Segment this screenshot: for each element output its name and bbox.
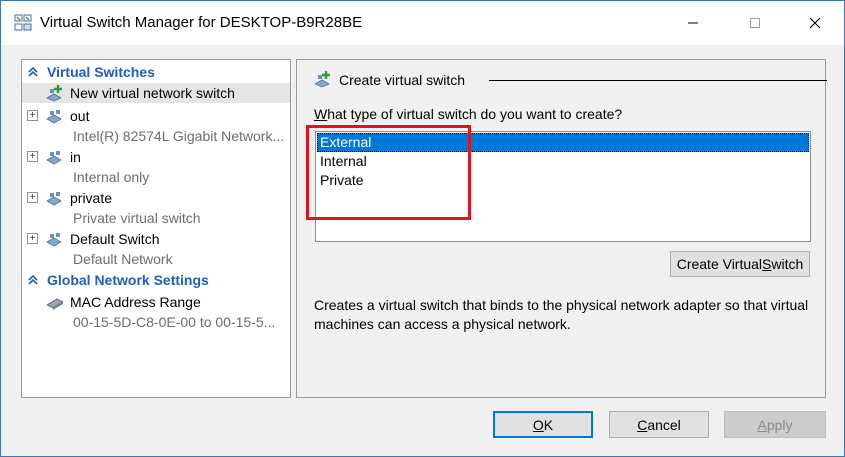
virtual-switches-header[interactable]: Virtual Switches bbox=[22, 62, 290, 82]
create-virtual-switch-button[interactable]: Create Virtual Switch bbox=[670, 251, 810, 277]
switch-detail-text: Internal only bbox=[73, 169, 150, 185]
mac-range-detail-text: 00-15-5D-C8-0E-00 to 00-15-5... bbox=[73, 314, 276, 330]
title-bar: Virtual Switch Manager for DESKTOP-B9R28… bbox=[1, 1, 844, 45]
ok-button[interactable]: OK bbox=[493, 411, 593, 438]
tree-item-switch-private[interactable]: + private bbox=[22, 188, 290, 208]
virtual-switch-manager-window: Virtual Switch Manager for DESKTOP-B9R28… bbox=[0, 0, 845, 457]
cancel-text: ancel bbox=[647, 416, 681, 433]
create-switch-pane: Create virtual switch What type of virtu… bbox=[296, 59, 827, 398]
tree-item-switch-in[interactable]: + in bbox=[22, 147, 290, 167]
section-title: Create virtual switch bbox=[339, 72, 466, 88]
switch-detail-text: Default Network bbox=[73, 251, 173, 267]
tree-item-label: Default Switch bbox=[70, 231, 160, 247]
close-button[interactable] bbox=[792, 7, 838, 39]
tree-item-label: MAC Address Range bbox=[70, 294, 201, 310]
tree-item-switch-out[interactable]: + out bbox=[22, 106, 290, 126]
create-button-accelerator: S bbox=[762, 256, 772, 272]
annotation-highlight-box bbox=[306, 125, 471, 220]
network-switch-icon bbox=[45, 230, 63, 248]
tree-item-label: in bbox=[70, 149, 81, 165]
switch-detail-text: Private virtual switch bbox=[73, 210, 201, 226]
create-virtual-switch-heading: Create virtual switch bbox=[313, 70, 827, 90]
cancel-button[interactable]: Cancel bbox=[609, 411, 709, 438]
question-accelerator: W bbox=[314, 106, 328, 122]
tree-item-label: out bbox=[70, 108, 90, 124]
apply-accelerator: A bbox=[757, 416, 767, 433]
ok-accelerator: O bbox=[532, 416, 544, 433]
network-switch-icon bbox=[45, 107, 63, 125]
minimize-button[interactable] bbox=[670, 7, 716, 39]
expand-plus-icon[interactable]: + bbox=[27, 233, 38, 244]
collapse-chevron-icon bbox=[27, 273, 39, 285]
global-network-settings-header[interactable]: Global Network Settings bbox=[22, 270, 290, 290]
create-button-text-a: Create Virtual bbox=[676, 256, 763, 272]
new-switch-icon bbox=[313, 70, 331, 88]
apply-text: pply bbox=[766, 416, 793, 433]
cancel-accelerator: C bbox=[637, 416, 648, 433]
expand-plus-icon[interactable]: + bbox=[27, 151, 38, 162]
switch-type-description: Creates a virtual switch that binds to t… bbox=[314, 297, 809, 332]
create-button-text-b: witch bbox=[771, 256, 804, 272]
tree-item-new-virtual-switch[interactable]: New virtual network switch bbox=[22, 83, 290, 103]
switch-detail-text: Intel(R) 82574L Gigabit Network... bbox=[73, 128, 285, 144]
global-network-settings-label: Global Network Settings bbox=[47, 272, 209, 288]
collapse-chevron-icon bbox=[27, 65, 39, 77]
question-text: hat type of virtual switch do you want t… bbox=[327, 106, 623, 122]
virtual-switches-header-label: Virtual Switches bbox=[47, 64, 155, 80]
window-title: Virtual Switch Manager for DESKTOP-B9R28… bbox=[40, 14, 363, 31]
ok-text: K bbox=[543, 416, 554, 433]
minimize-icon bbox=[688, 22, 698, 24]
tree-item-mac-address-range[interactable]: MAC Address Range bbox=[22, 292, 290, 312]
switch-type-question: What type of virtual switch do you want … bbox=[314, 106, 622, 122]
section-divider bbox=[489, 80, 827, 81]
virtual-switch-manager-app-icon bbox=[14, 14, 32, 32]
network-switch-icon bbox=[45, 189, 63, 207]
apply-button[interactable]: Apply bbox=[724, 411, 826, 438]
maximize-button[interactable] bbox=[732, 7, 778, 39]
new-switch-icon bbox=[45, 84, 63, 102]
expand-plus-icon[interactable]: + bbox=[27, 110, 38, 121]
maximize-icon bbox=[750, 18, 760, 28]
switch-tree-pane: Virtual Switches New virtual network swi… bbox=[21, 59, 291, 398]
close-icon bbox=[809, 17, 821, 29]
tree-item-switch-default[interactable]: + Default Switch bbox=[22, 229, 290, 249]
tree-item-label: private bbox=[70, 190, 113, 206]
network-adapter-icon bbox=[45, 293, 64, 311]
network-switch-icon bbox=[45, 148, 63, 166]
expand-plus-icon[interactable]: + bbox=[27, 192, 38, 203]
tree-item-label: New virtual network switch bbox=[70, 85, 235, 101]
